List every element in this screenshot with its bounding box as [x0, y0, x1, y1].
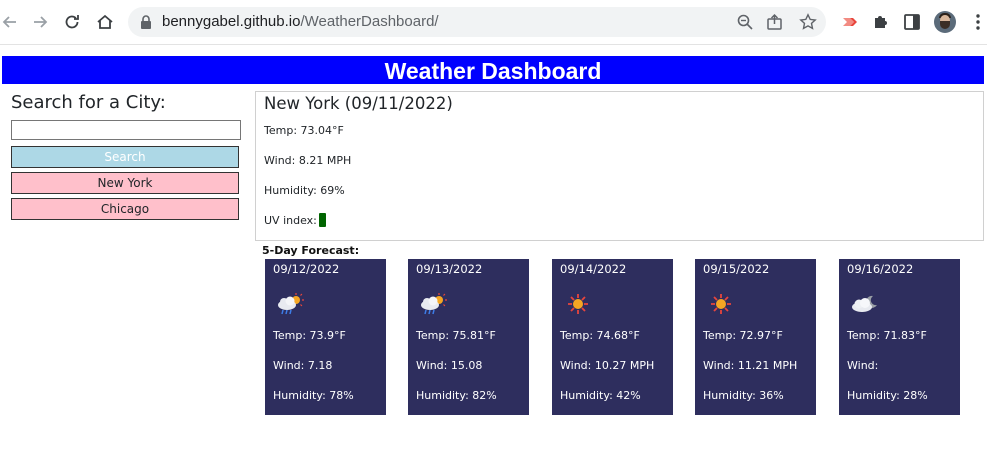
forecast-wind: Wind: 10.27 MPH	[560, 359, 655, 372]
search-title: Search for a City:	[11, 92, 166, 113]
more-menu-icon[interactable]	[968, 12, 987, 32]
address-bar[interactable]: bennygabel.github.io/WeatherDashboard/	[128, 7, 826, 37]
forecast-card: 09/16/2022 Temp: 71.83°F Wind: Humidity:…	[839, 259, 960, 415]
rain-sun-icon	[421, 293, 447, 315]
forecast-wind: Wind: 7.18	[273, 359, 333, 372]
home-button[interactable]	[93, 10, 117, 34]
arrow-right-icon	[34, 16, 48, 28]
current-weather-panel: New York (09/11/2022) Temp: 73.04°F Wind…	[255, 91, 984, 241]
current-wind: Wind: 8.21 MPH	[264, 154, 352, 167]
extension-red-icon[interactable]	[840, 12, 860, 32]
home-icon	[97, 14, 113, 29]
forecast-card: 09/14/2022 Temp: 74.68°F Wind: 10.27 MPH…	[552, 259, 673, 415]
forecast-date: 09/15/2022	[703, 262, 770, 276]
browser-toolbar: bennygabel.github.io/WeatherDashboard/	[0, 0, 987, 45]
forecast-card: 09/15/2022 Temp: 72.97°F Wind: 11.21 MPH…	[695, 259, 816, 415]
zoom-icon[interactable]	[736, 13, 754, 31]
sun-icon	[711, 294, 731, 314]
forecast-humidity: Humidity: 78%	[273, 389, 354, 402]
forecast-card: 09/13/2022 Temp: 75.81°F Wind: 15.08 Hum…	[408, 259, 529, 415]
forecast-title: 5-Day Forecast:	[262, 244, 360, 257]
puzzle-icon[interactable]	[871, 12, 891, 32]
reload-button[interactable]	[60, 10, 84, 34]
forecast-wind: Wind: 11.21 MPH	[703, 359, 798, 372]
current-humidity: Humidity: 69%	[264, 184, 345, 197]
page-header: Weather Dashboard	[2, 56, 984, 84]
forecast-wind: Wind: 15.08	[416, 359, 483, 372]
forecast-temp: Temp: 73.9°F	[273, 329, 346, 342]
search-button[interactable]: Search	[11, 146, 239, 168]
forecast-wind: Wind:	[847, 359, 879, 372]
forecast-card: 09/12/2022 Temp: 73.9°F Wind: 7.18 Humid…	[265, 259, 386, 415]
back-button[interactable]	[0, 10, 22, 34]
star-icon[interactable]	[799, 13, 817, 31]
reload-icon	[65, 15, 79, 29]
uv-label: UV index:	[264, 214, 317, 227]
forecast-humidity: Humidity: 42%	[560, 389, 641, 402]
rain-sun-icon	[278, 293, 304, 315]
url-host: bennygabel.github.io	[162, 13, 301, 30]
forecast-temp: Temp: 71.83°F	[847, 329, 927, 342]
sun-icon	[568, 294, 588, 314]
arrow-left-icon	[2, 16, 16, 28]
url-text[interactable]: bennygabel.github.io/WeatherDashboard/	[162, 13, 439, 30]
current-uv: UV index:	[264, 213, 326, 227]
forecast-temp: Temp: 75.81°F	[416, 329, 496, 342]
forecast-humidity: Humidity: 36%	[703, 389, 784, 402]
current-temp: Temp: 73.04°F	[264, 124, 344, 137]
lock-icon	[141, 15, 151, 29]
uv-index-badge	[318, 213, 326, 227]
forecast-date: 09/16/2022	[847, 262, 914, 276]
forecast-date: 09/14/2022	[560, 262, 627, 276]
share-icon[interactable]	[766, 13, 784, 31]
forecast-humidity: Humidity: 28%	[847, 389, 928, 402]
current-city-title: New York (09/11/2022)	[264, 94, 453, 113]
forecast-date: 09/12/2022	[273, 262, 340, 276]
history-button-new-york[interactable]: New York	[11, 172, 239, 194]
history-button-chicago[interactable]: Chicago	[11, 198, 239, 220]
profile-avatar[interactable]	[934, 11, 956, 33]
forecast-date: 09/13/2022	[416, 262, 483, 276]
forecast-temp: Temp: 72.97°F	[703, 329, 783, 342]
forward-button[interactable]	[28, 10, 52, 34]
city-search-input[interactable]	[11, 120, 241, 140]
cloud-moon-icon	[852, 295, 877, 312]
url-path: /WeatherDashboard/	[300, 13, 439, 30]
side-panel-icon[interactable]	[902, 12, 922, 32]
forecast-humidity: Humidity: 82%	[416, 389, 497, 402]
forecast-temp: Temp: 74.68°F	[560, 329, 640, 342]
